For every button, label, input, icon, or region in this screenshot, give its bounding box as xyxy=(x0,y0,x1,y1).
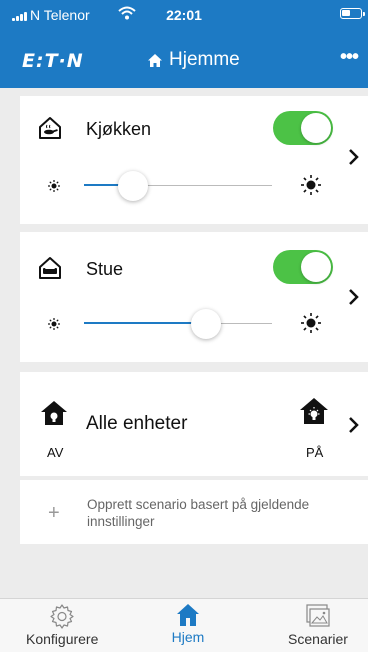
battery-icon xyxy=(340,8,365,19)
page-title: Hjemme xyxy=(169,49,240,70)
clock: 22:01 xyxy=(166,7,202,23)
room-name: Kjøkken xyxy=(86,119,152,139)
gear-icon xyxy=(50,604,74,629)
tab-configure[interactable]: Konfigurere xyxy=(26,603,98,647)
more-options-icon[interactable]: ••• xyxy=(340,46,359,69)
brightness-slider[interactable] xyxy=(84,308,272,340)
home-icon xyxy=(148,53,162,67)
tab-home[interactable]: Hjem xyxy=(164,603,212,645)
tab-bar: Konfigurere Hjem Scenarier xyxy=(0,598,368,652)
all-devices-card: Alle enheter AV PÅ xyxy=(20,372,368,476)
all-off-icon[interactable] xyxy=(40,400,68,426)
all-devices-label: Alle enheter xyxy=(86,413,188,434)
brightness-high-icon xyxy=(301,313,321,333)
create-scenario-button[interactable]: + Opprett scenario basert på gjeldende i… xyxy=(20,480,368,544)
slider-thumb[interactable] xyxy=(191,309,221,339)
tab-label: Scenarier xyxy=(288,631,348,647)
brightness-high-icon xyxy=(301,175,321,195)
room-power-toggle[interactable] xyxy=(273,250,333,284)
tab-label: Hjem xyxy=(171,629,205,645)
tab-scenarios[interactable]: Scenarier xyxy=(282,603,354,647)
chevron-right-icon[interactable] xyxy=(347,416,359,434)
brightness-low-icon xyxy=(48,180,60,192)
tab-label: Konfigurere xyxy=(26,631,99,647)
room-name: Stue xyxy=(86,259,124,279)
brightness-slider[interactable] xyxy=(84,170,272,202)
plus-icon: + xyxy=(48,502,60,524)
kitchen-icon xyxy=(39,117,61,139)
all-on-label: PÅ xyxy=(306,445,324,460)
create-scenario-label: Opprett scenario basert på gjeldende inn… xyxy=(87,497,310,529)
app-header: N Telenor 22:01 E:T·N Hjemme ••• xyxy=(0,0,368,88)
room-power-toggle[interactable] xyxy=(273,111,333,145)
all-off-label: AV xyxy=(47,445,64,460)
living-room-icon xyxy=(39,257,61,279)
home-icon xyxy=(177,604,199,626)
chevron-right-icon[interactable] xyxy=(347,148,359,166)
chevron-right-icon[interactable] xyxy=(347,288,359,306)
slider-thumb[interactable] xyxy=(118,171,148,201)
all-on-icon[interactable] xyxy=(299,397,329,425)
status-bar: N Telenor 22:01 xyxy=(0,0,368,40)
eaton-logo: E:T·N xyxy=(22,50,84,72)
room-card-kjokken[interactable]: Kjøkken xyxy=(20,96,368,224)
navigation-bar: E:T·N Hjemme ••• xyxy=(0,40,368,84)
picture-icon xyxy=(306,604,330,627)
room-card-stue[interactable]: Stue xyxy=(20,232,368,362)
brightness-low-icon xyxy=(48,318,60,330)
